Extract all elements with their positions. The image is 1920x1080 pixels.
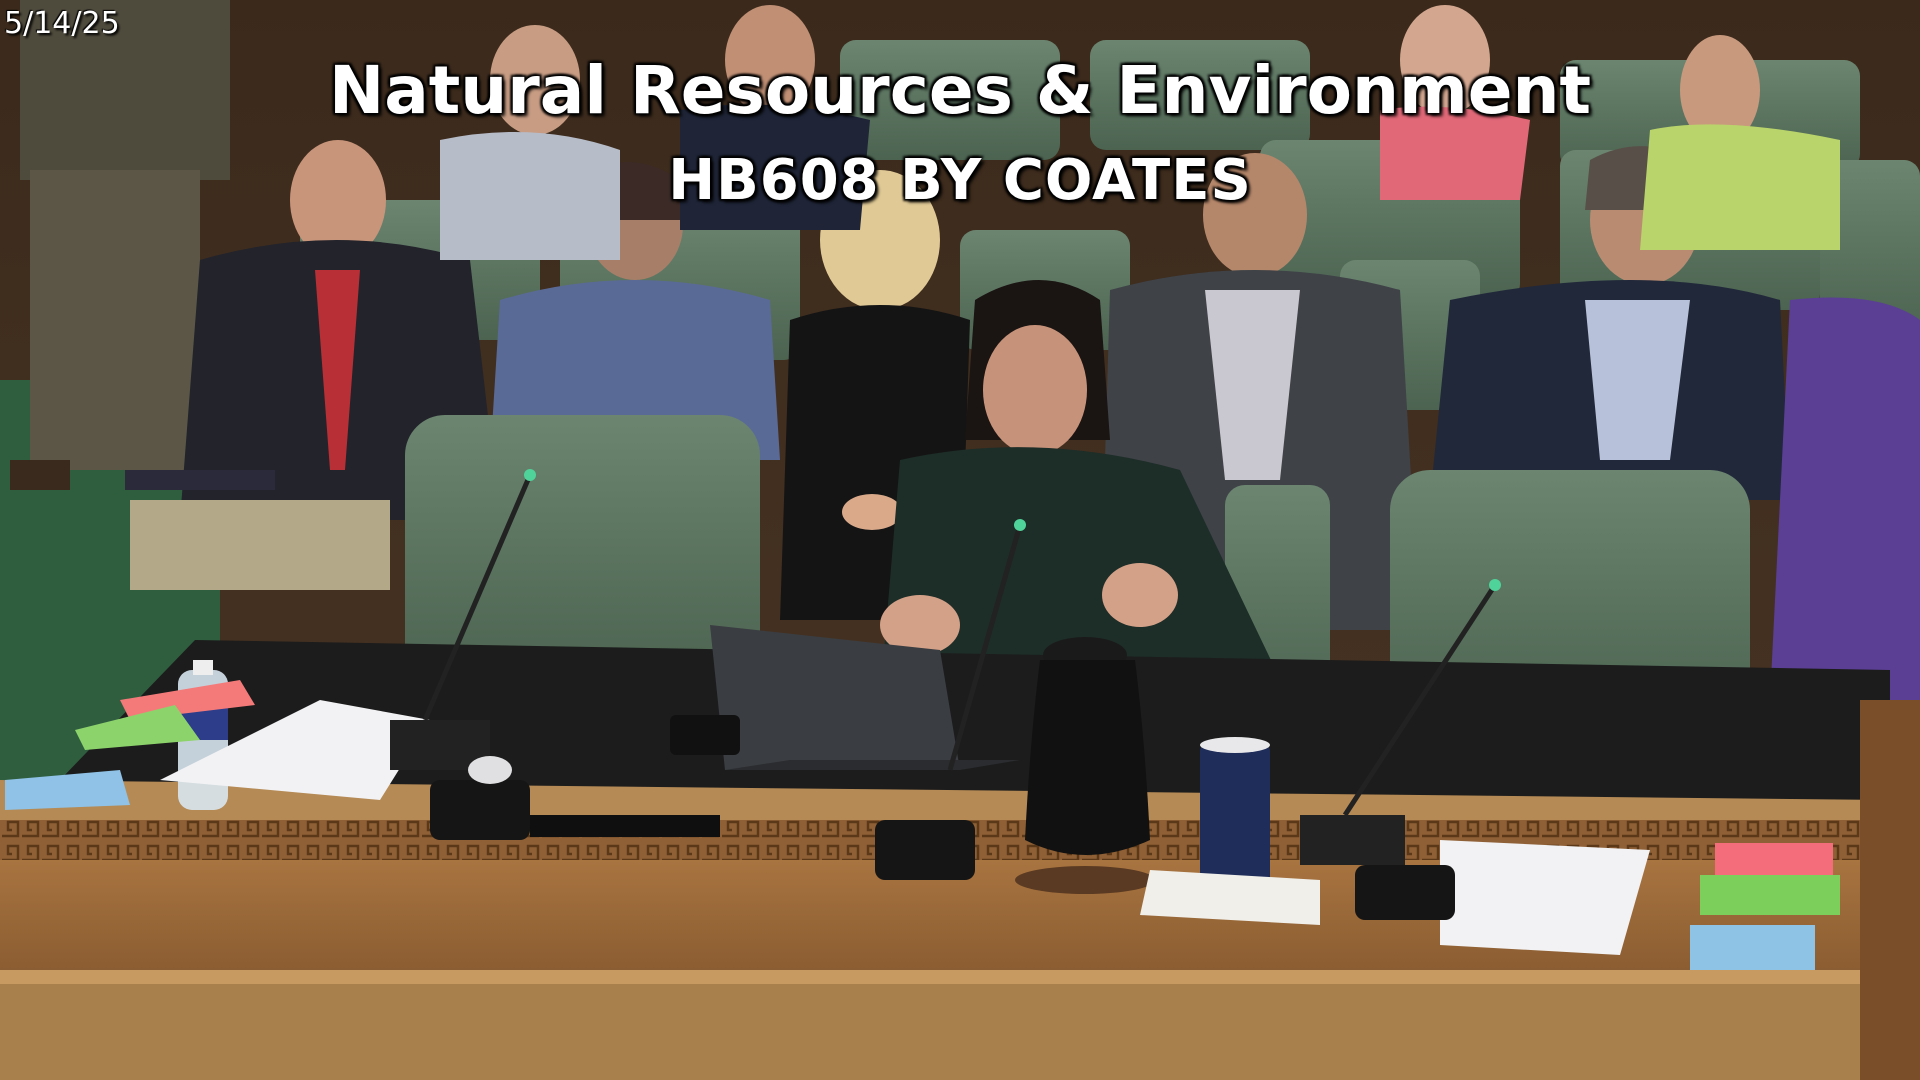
bill-subtitle: HB608 BY COATES: [668, 148, 1252, 213]
committee-title: Natural Resources & Environment: [328, 52, 1592, 129]
video-frame: 5/14/25 Natural Resources & Environment …: [0, 0, 1920, 1080]
date-stamp: 5/14/25: [4, 6, 120, 41]
